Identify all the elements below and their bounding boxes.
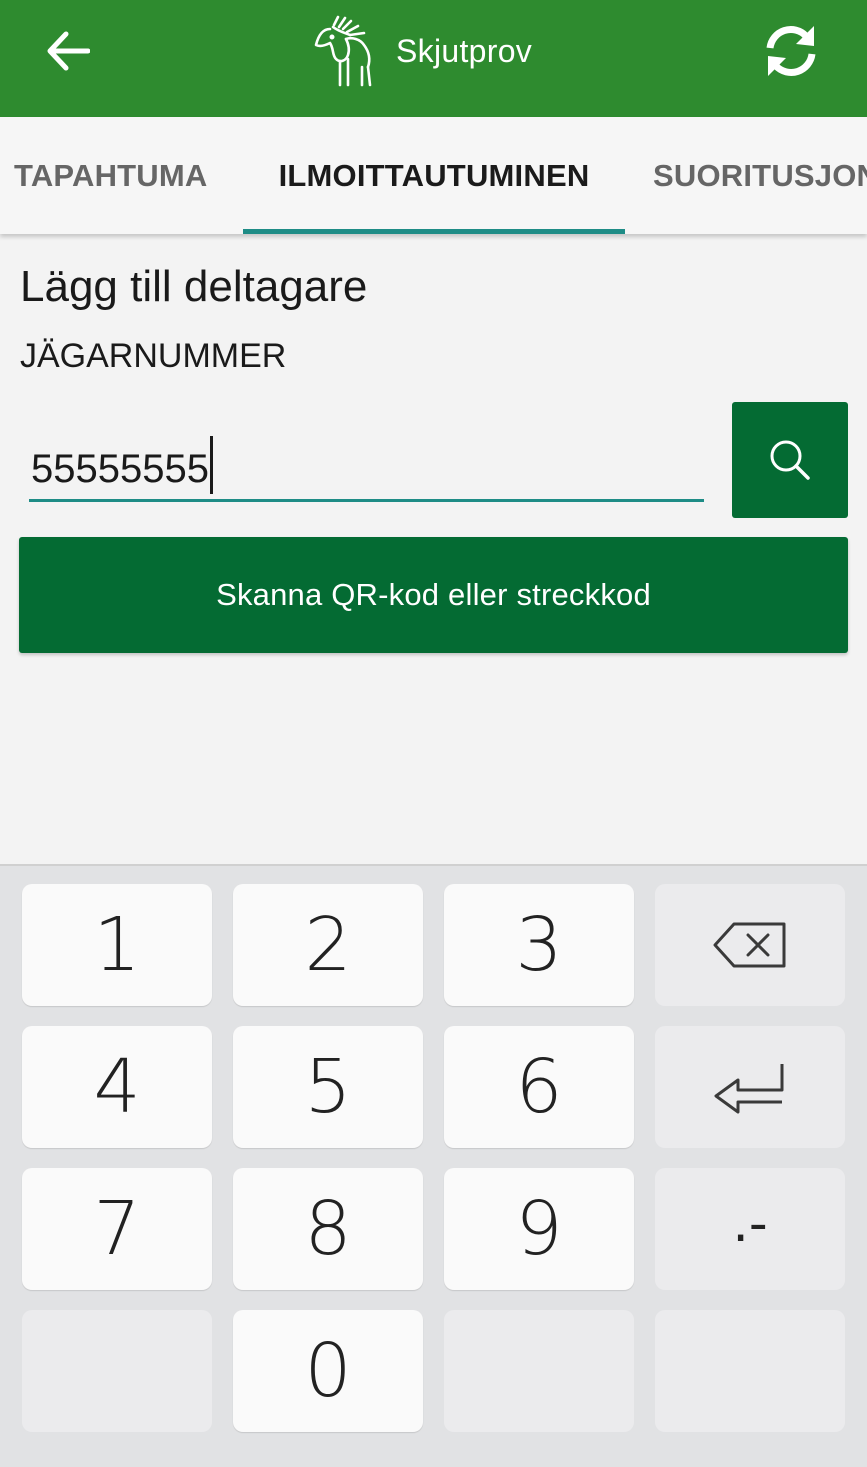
- key-3[interactable]: 3: [444, 884, 634, 1006]
- tab-ilmoittautuminen[interactable]: ILMOITTAUTUMINEN: [243, 117, 625, 234]
- tab-indicator: [243, 229, 625, 234]
- key-0[interactable]: 0: [233, 1310, 423, 1432]
- key-4[interactable]: 4: [22, 1026, 212, 1148]
- tab-suoritusjono[interactable]: SUORITUSJONO: [653, 117, 867, 234]
- enter-key[interactable]: [655, 1026, 845, 1148]
- key-8[interactable]: 8: [233, 1168, 423, 1290]
- enter-icon: [714, 1064, 784, 1114]
- backspace-icon: [713, 922, 786, 968]
- key-6[interactable]: 6: [444, 1026, 634, 1148]
- blank-key-right: [655, 1310, 845, 1432]
- app-brand: Skjutprov: [312, 14, 532, 88]
- refresh-button[interactable]: [756, 18, 826, 84]
- key-5[interactable]: 5: [233, 1026, 423, 1148]
- tab-bar: TAPAHTUMA ILMOITTAUTUMINEN SUORITUSJONO: [0, 117, 867, 234]
- key-2[interactable]: 2: [233, 884, 423, 1006]
- text-caret: [209, 436, 213, 494]
- punctuation-key[interactable]: .-: [655, 1168, 845, 1290]
- blank-key-left: [22, 1310, 212, 1432]
- search-icon: [770, 440, 810, 480]
- key-1[interactable]: 1: [22, 884, 212, 1006]
- refresh-icon: [766, 26, 816, 76]
- scan-qr-button[interactable]: Skanna QR-kod eller streckkod: [19, 537, 848, 653]
- search-button[interactable]: [732, 402, 848, 518]
- back-button[interactable]: [38, 26, 98, 76]
- punctuation-key-label: .-: [732, 1194, 768, 1254]
- field-label: JÄGARNUMMER: [20, 337, 287, 375]
- key-9[interactable]: 9: [444, 1168, 634, 1290]
- arrow-left-icon: [47, 31, 90, 71]
- key-7[interactable]: 7: [22, 1168, 212, 1290]
- app-bar: Skjutprov: [0, 0, 867, 117]
- hunter-number-input[interactable]: 55555555: [29, 430, 704, 502]
- moose-logo: [314, 15, 372, 87]
- input-value: 55555555: [31, 447, 209, 491]
- app-title: Skjutprov: [396, 32, 533, 69]
- tab-tapahtuma[interactable]: TAPAHTUMA: [14, 117, 208, 234]
- blank-key-middle: [444, 1310, 634, 1432]
- page-heading: Lägg till deltagare: [20, 262, 368, 311]
- backspace-key[interactable]: [655, 884, 845, 1006]
- numeric-keyboard: 1 2 3 4 5 6 7 8 9 .- 0: [0, 864, 867, 1467]
